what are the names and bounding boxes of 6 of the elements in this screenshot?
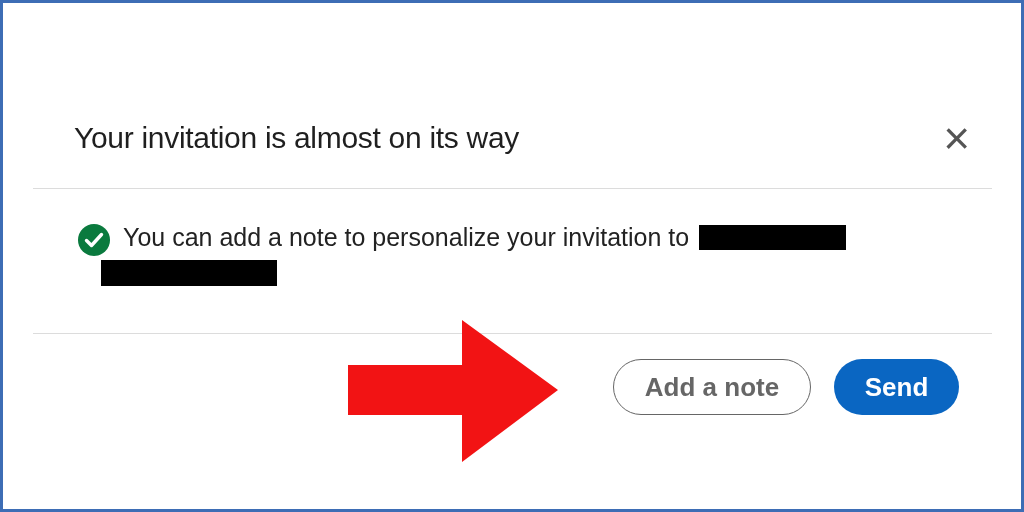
check-circle-icon — [78, 224, 110, 256]
send-button[interactable]: Send — [834, 359, 959, 415]
add-note-button[interactable]: Add a note — [613, 359, 811, 415]
close-button[interactable]: × — [943, 115, 970, 161]
dialog-title: Your invitation is almost on its way — [74, 121, 519, 155]
message-text: You can add a note to personalize your invitation to — [123, 223, 690, 252]
